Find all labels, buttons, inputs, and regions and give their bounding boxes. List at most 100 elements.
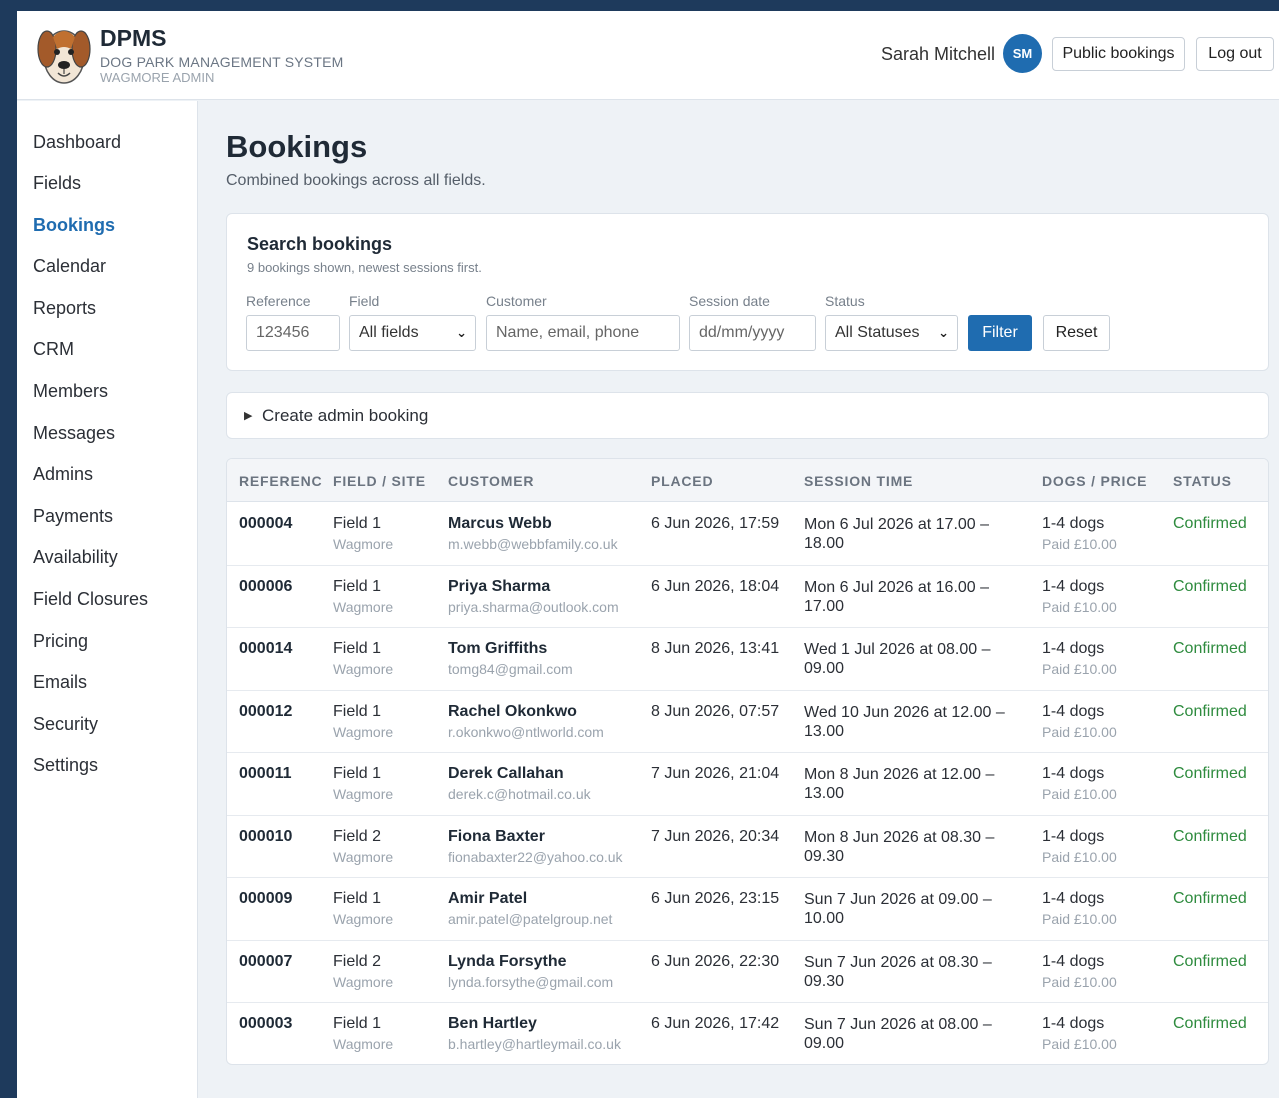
table-row[interactable]: 000014 Field 1 Wagmore Tom Griffiths tomg84@…: [227, 628, 1268, 691]
field-name: Field 1: [333, 640, 382, 657]
sidebar-item-dashboard[interactable]: Dashboard: [33, 132, 121, 153]
table-header: REFERENCE FIELD / SITE CUSTOMER PLACED S…: [227, 459, 1268, 502]
logout-button[interactable]: Log out: [1196, 37, 1274, 71]
sidebar-item-members[interactable]: Members: [33, 381, 108, 402]
field-name: Field 1: [333, 1015, 382, 1032]
sidebar-item-reports[interactable]: Reports: [33, 298, 96, 319]
field-label: Field: [349, 293, 380, 309]
session-time: Wed 1 Jul 2026 at 08.00 – 09.00: [804, 641, 991, 677]
col-header-status: STATUS: [1173, 473, 1232, 489]
dogs-count: 1-4 dogs: [1042, 577, 1105, 595]
session-time: Mon 8 Jun 2026 at 12.00 – 13.00: [804, 766, 995, 802]
sidebar: Dashboard Fields Bookings Calendar Repor…: [17, 101, 198, 1098]
placed-date: 6 Jun 2026, 18:04: [651, 577, 780, 595]
price-paid: Paid £10.00: [1042, 536, 1117, 552]
status-badge: Confirmed: [1173, 827, 1247, 845]
dogs-count: 1-4 dogs: [1042, 640, 1105, 657]
placed-date: 8 Jun 2026, 13:41: [651, 640, 780, 657]
booking-reference: 000012: [239, 702, 293, 720]
avatar[interactable]: SM: [1003, 34, 1042, 73]
sidebar-item-settings[interactable]: Settings: [33, 755, 98, 776]
sidebar-item-fields[interactable]: Fields: [33, 173, 81, 194]
status-badge: Confirmed: [1173, 702, 1247, 720]
chevron-down-icon: ⌄: [456, 325, 467, 340]
site-name: Wagmore: [333, 598, 394, 615]
customer-name: Lynda Forsythe: [448, 952, 567, 970]
customer-label: Customer: [486, 293, 547, 309]
sidebar-item-crm[interactable]: CRM: [33, 339, 74, 360]
table-row[interactable]: 000006 Field 1 Wagmore Priya Sharma priya.sh…: [227, 566, 1268, 628]
session-date-label: Session date: [689, 293, 770, 309]
price-paid: Paid £10.00: [1042, 661, 1117, 677]
site-name: Wagmore: [333, 973, 394, 990]
session-date-input[interactable]: dd/mm/yyyy: [689, 315, 816, 351]
brand-org: WAGMORE ADMIN: [100, 70, 215, 85]
sidebar-item-admins[interactable]: Admins: [33, 464, 93, 485]
field-select-value: All fields: [359, 324, 419, 341]
table-row[interactable]: 000010 Field 2 Wagmore Fiona Baxter fionabax…: [227, 816, 1268, 878]
placed-date: 8 Jun 2026, 07:57: [651, 702, 780, 720]
sidebar-item-payments[interactable]: Payments: [33, 506, 113, 527]
booking-reference: 000014: [239, 640, 293, 657]
placed-date: 6 Jun 2026, 23:15: [651, 890, 780, 907]
top-header: DPMS DOG PARK MANAGEMENT SYSTEM WAGMORE …: [17, 11, 1279, 100]
sidebar-item-messages[interactable]: Messages: [33, 423, 115, 444]
page-title: Bookings: [226, 129, 368, 164]
customer-email: derek.c@hotmail.co.uk: [448, 786, 591, 802]
bookings-table: REFERENCE FIELD / SITE CUSTOMER PLACED S…: [226, 458, 1269, 1065]
status-select[interactable]: All Statuses ⌄: [825, 315, 958, 351]
customer-input[interactable]: Name, email, phone: [486, 315, 680, 351]
table-row[interactable]: 000007 Field 2 Wagmore Lynda Forsythe lynda.…: [227, 941, 1268, 1003]
brand-title: DPMS: [100, 25, 167, 51]
app-window: DPMS DOG PARK MANAGEMENT SYSTEM WAGMORE …: [17, 11, 1279, 1098]
create-admin-booking-label: Create admin booking: [262, 406, 429, 425]
table-row[interactable]: 000011 Field 1 Wagmore Derek Callahan derek.…: [227, 753, 1268, 816]
create-admin-booking-toggle[interactable]: ▶ Create admin booking: [226, 392, 1269, 439]
sidebar-item-emails[interactable]: Emails: [33, 672, 87, 693]
table-row[interactable]: 000012 Field 1 Wagmore Rachel Okonkwo r.okon…: [227, 691, 1268, 753]
placed-date: 6 Jun 2026, 17:42: [651, 1015, 780, 1032]
search-title: Search bookings: [247, 234, 393, 254]
field-select[interactable]: All fields ⌄: [349, 315, 476, 351]
booking-reference: 000011: [239, 765, 292, 782]
brand-subtitle: DOG PARK MANAGEMENT SYSTEM: [100, 54, 344, 70]
price-paid: Paid £10.00: [1042, 598, 1117, 615]
col-header-session-time: SESSION TIME: [804, 473, 914, 489]
session-time: Mon 6 Jul 2026 at 16.00 – 17.00: [804, 578, 990, 615]
customer-email: priya.sharma@outlook.com: [448, 598, 619, 615]
sidebar-item-field-closures[interactable]: Field Closures: [33, 589, 148, 610]
sidebar-item-bookings[interactable]: Bookings: [33, 215, 115, 236]
field-name: Field 1: [333, 577, 382, 595]
customer-name: Amir Patel: [448, 890, 528, 907]
session-time: Sun 7 Jun 2026 at 09.00 – 10.00: [804, 891, 992, 927]
dogs-count: 1-4 dogs: [1042, 952, 1105, 970]
public-bookings-button[interactable]: Public bookings: [1052, 37, 1185, 71]
site-name: Wagmore: [333, 536, 394, 552]
placed-date: 7 Jun 2026, 21:04: [651, 765, 780, 782]
customer-name: Tom Griffiths: [448, 640, 548, 657]
sidebar-item-calendar[interactable]: Calendar: [33, 256, 106, 277]
reference-input[interactable]: 123456: [246, 315, 340, 351]
sidebar-item-security[interactable]: Security: [33, 714, 98, 735]
sidebar-item-pricing[interactable]: Pricing: [33, 631, 88, 652]
customer-name: Fiona Baxter: [448, 827, 545, 845]
col-header-placed: PLACED: [651, 473, 714, 489]
customer-name: Rachel Okonkwo: [448, 702, 577, 720]
table-row[interactable]: 000004 Field 1 Wagmore Marcus Webb m.webb@we…: [227, 503, 1268, 566]
booking-reference: 000010: [239, 827, 293, 845]
customer-email: fionabaxter22@yahoo.co.uk: [448, 848, 623, 865]
session-time: Sun 7 Jun 2026 at 08.30 – 09.30: [804, 953, 992, 990]
filter-button[interactable]: Filter: [968, 315, 1032, 351]
session-time: Mon 6 Jul 2026 at 17.00 – 18.00: [804, 516, 990, 552]
table-row[interactable]: 000003 Field 1 Wagmore Ben Hartley b.hartley…: [227, 1003, 1268, 1064]
page-subtitle: Combined bookings across all fields.: [226, 172, 486, 189]
price-paid: Paid £10.00: [1042, 848, 1117, 865]
search-meta: 9 bookings shown, newest sessions first.: [247, 260, 482, 275]
customer-email: lynda.forsythe@gmail.com: [448, 973, 614, 990]
table-row[interactable]: 000009 Field 1 Wagmore Amir Patel amir.patel…: [227, 878, 1268, 941]
reset-button[interactable]: Reset: [1043, 315, 1110, 351]
dogs-count: 1-4 dogs: [1042, 515, 1105, 532]
status-label: Status: [825, 293, 865, 309]
sidebar-item-availability[interactable]: Availability: [33, 547, 118, 568]
price-paid: Paid £10.00: [1042, 1036, 1117, 1052]
